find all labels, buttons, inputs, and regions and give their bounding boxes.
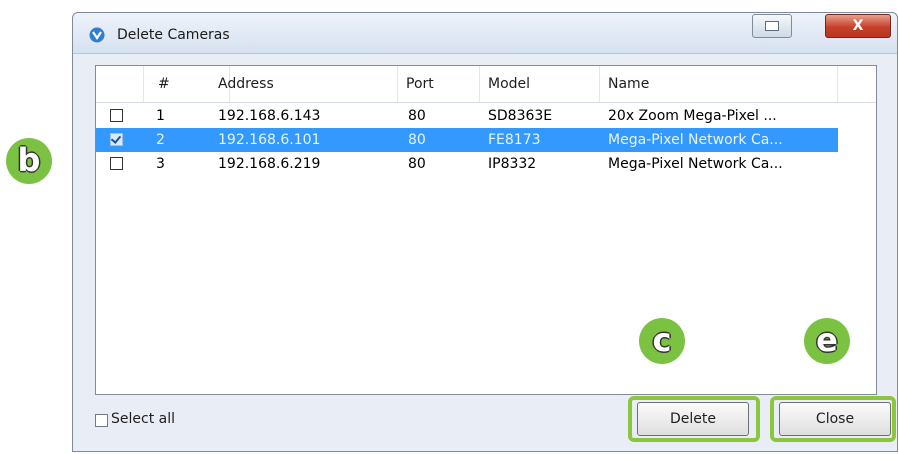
- cameras-list[interactable]: # Address Port Model Name 1 192.168.6.14…: [95, 65, 877, 395]
- cell-address: 192.168.6.219: [218, 156, 321, 172]
- app-logo-icon: [89, 27, 105, 43]
- column-header-model[interactable]: Model: [480, 66, 600, 102]
- select-all-label: Select all: [111, 411, 175, 427]
- cell-number: 1: [156, 108, 165, 124]
- cell-name: 20x Zoom Mega-Pixel ...: [608, 108, 777, 124]
- cell-model: SD8363E: [488, 108, 553, 124]
- close-icon: X: [852, 18, 864, 34]
- delete-highlight-frame: [628, 396, 760, 442]
- select-all-box[interactable]: [95, 414, 108, 427]
- column-header-address[interactable]: Address: [210, 66, 398, 102]
- delete-cameras-dialog: Delete Cameras X # Address Port Model Na…: [72, 12, 898, 452]
- callout-b: b: [6, 138, 52, 184]
- dialog-title: Delete Cameras: [117, 27, 230, 43]
- restore-button[interactable]: [752, 14, 792, 38]
- restore-icon: [765, 21, 779, 31]
- column-header-filler: [838, 66, 876, 102]
- title-bar[interactable]: Delete Cameras X: [73, 13, 897, 54]
- table-row[interactable]: 3 192.168.6.219 80 IP8332 Mega-Pixel Net…: [96, 152, 838, 176]
- cell-port: 80: [408, 156, 426, 172]
- cell-name: Mega-Pixel Network Ca...: [608, 156, 783, 172]
- callout-e: e: [804, 318, 850, 364]
- column-header-name[interactable]: Name: [600, 66, 838, 102]
- cell-number: 2: [156, 132, 165, 148]
- callout-c: c: [639, 318, 685, 364]
- cell-name: Mega-Pixel Network Ca...: [608, 132, 783, 148]
- table-row[interactable]: 2 192.168.6.101 80 FE8173 Mega-Pixel Net…: [96, 128, 838, 152]
- column-header-checkbox[interactable]: [96, 66, 144, 102]
- row-checkbox[interactable]: [110, 157, 123, 170]
- row-checkbox[interactable]: [110, 133, 123, 146]
- column-header-port[interactable]: Port: [398, 66, 480, 102]
- row-checkbox[interactable]: [110, 109, 123, 122]
- close-highlight-frame: [770, 396, 896, 442]
- list-header: # Address Port Model Name: [96, 66, 876, 103]
- window-close-button[interactable]: X: [825, 14, 891, 38]
- cell-address: 192.168.6.143: [218, 108, 321, 124]
- cell-model: IP8332: [488, 156, 537, 172]
- cell-number: 3: [156, 156, 165, 172]
- cell-port: 80: [408, 132, 426, 148]
- cell-port: 80: [408, 108, 426, 124]
- cell-model: FE8173: [488, 132, 541, 148]
- table-row[interactable]: 1 192.168.6.143 80 SD8363E 20x Zoom Mega…: [96, 104, 838, 128]
- cell-address: 192.168.6.101: [218, 132, 321, 148]
